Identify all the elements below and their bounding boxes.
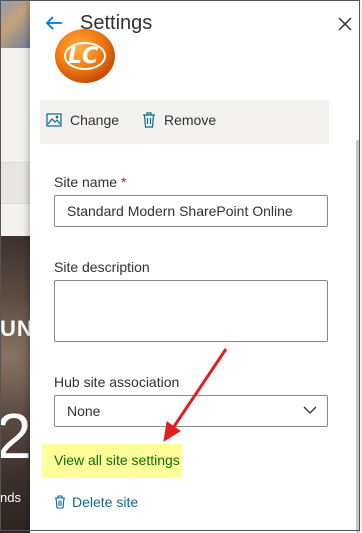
logo-action-bar: Change Remove — [40, 100, 329, 144]
site-name-input[interactable]: Standard Modern SharePoint Online — [54, 195, 328, 227]
site-name-label-text: Site name — [54, 174, 118, 190]
hub-site-value: None — [67, 403, 101, 419]
hub-site-label: Hub site association — [54, 374, 180, 390]
site-description-textarea[interactable] — [54, 280, 328, 342]
trash-icon — [55, 495, 65, 509]
panel-scrollbar[interactable] — [356, 140, 360, 533]
background-hero-number: 2 — [0, 400, 30, 472]
site-logo: LC — [54, 28, 116, 84]
site-name-label: Site name * — [54, 174, 126, 190]
background-hero-caption: nds — [0, 490, 21, 505]
site-logo-text: LC — [68, 44, 99, 69]
image-icon — [46, 113, 62, 127]
remove-label: Remove — [164, 112, 217, 128]
background-hero-image — [0, 236, 30, 533]
site-description-label: Site description — [54, 259, 150, 275]
chevron-down-icon — [303, 406, 317, 414]
view-all-site-settings-link[interactable]: View all site settings — [54, 452, 180, 468]
background-image-top — [0, 0, 30, 48]
hub-site-dropdown[interactable]: None — [54, 395, 328, 427]
settings-panel: Settings LC Change Remove Site name * St… — [30, 0, 360, 533]
delete-site-label: Delete site — [72, 494, 139, 510]
close-icon[interactable] — [338, 17, 352, 31]
trash-icon — [143, 112, 155, 128]
change-label: Change — [70, 112, 120, 128]
background-band — [0, 162, 30, 204]
back-arrow-icon[interactable] — [44, 13, 64, 33]
background-hero-text: UN — [0, 316, 30, 341]
change-logo-button[interactable]: Change — [46, 112, 119, 128]
delete-site-link[interactable]: Delete site — [54, 494, 138, 510]
required-marker: * — [120, 174, 127, 190]
remove-logo-button[interactable]: Remove — [142, 112, 216, 128]
background-page: UN 2 nds — [0, 0, 30, 533]
